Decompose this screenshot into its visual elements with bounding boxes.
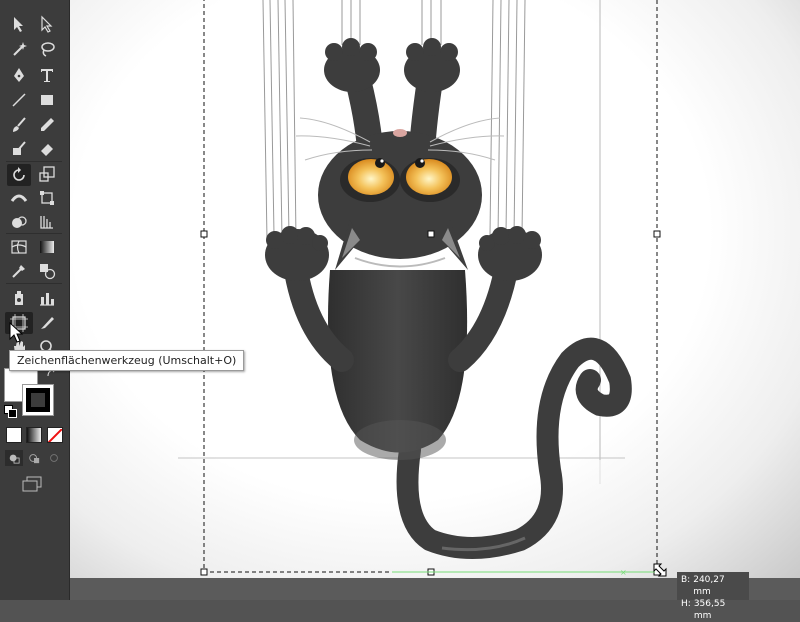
scale-icon bbox=[39, 166, 55, 182]
tools-panel bbox=[0, 0, 70, 600]
default-colors-icon[interactable] bbox=[4, 405, 17, 418]
magic-wand-icon bbox=[13, 42, 27, 56]
magic-wand-tool[interactable] bbox=[8, 39, 30, 59]
scale-tool[interactable] bbox=[36, 164, 58, 184]
toolbar-divider bbox=[6, 283, 62, 284]
pencil-icon bbox=[41, 118, 54, 131]
resize-handle[interactable] bbox=[200, 568, 208, 576]
blend-icon bbox=[40, 264, 56, 280]
screen-mode-button[interactable] bbox=[21, 476, 43, 492]
draw-normal-button[interactable] bbox=[5, 450, 23, 466]
eyedropper-tool[interactable] bbox=[8, 261, 30, 281]
gradient-mode-button[interactable] bbox=[26, 427, 42, 443]
draw-inside-button[interactable] bbox=[45, 450, 63, 466]
width-value: 240,27 mm bbox=[693, 575, 725, 597]
slice-tool[interactable] bbox=[36, 313, 58, 333]
type-icon bbox=[41, 69, 53, 82]
blob-brush-tool[interactable] bbox=[8, 139, 30, 159]
resize-handle[interactable] bbox=[653, 230, 661, 238]
draw-behind-button[interactable] bbox=[25, 450, 43, 466]
document-canvas[interactable]: × bbox=[70, 0, 800, 578]
pen-icon bbox=[14, 68, 24, 82]
type-tool[interactable] bbox=[36, 65, 58, 85]
stroke-swatch[interactable] bbox=[22, 384, 54, 416]
arrow-icon bbox=[14, 17, 23, 32]
eraser-tool[interactable] bbox=[36, 139, 58, 159]
rotate-icon bbox=[13, 167, 25, 181]
column-graph-icon bbox=[40, 293, 54, 306]
rotate-tool[interactable] bbox=[7, 164, 31, 186]
brush-icon bbox=[13, 117, 26, 132]
center-handle[interactable] bbox=[427, 230, 435, 238]
direct-selection-tool[interactable] bbox=[36, 14, 58, 34]
symbol-sprayer-icon bbox=[15, 291, 23, 305]
width-tool[interactable] bbox=[8, 188, 30, 208]
paintbrush-tool[interactable] bbox=[8, 115, 30, 135]
blob-brush-icon bbox=[13, 141, 26, 155]
pencil-tool[interactable] bbox=[36, 115, 58, 135]
line-icon bbox=[12, 93, 26, 107]
shape-builder-icon bbox=[12, 216, 27, 228]
color-mode-button[interactable] bbox=[6, 427, 22, 443]
selection-tool[interactable] bbox=[8, 14, 30, 34]
resize-handle[interactable] bbox=[200, 230, 208, 238]
dimension-readout: B: 240,27 mm H: 356,55 mm bbox=[677, 572, 749, 621]
none-mode-button[interactable] bbox=[47, 427, 63, 443]
rectangle-icon bbox=[41, 95, 53, 105]
symbol-sprayer-tool[interactable] bbox=[8, 288, 30, 308]
mouse-pointer-icon bbox=[9, 322, 24, 343]
width-label: B: bbox=[681, 575, 691, 585]
gradient-tool[interactable] bbox=[36, 237, 58, 257]
gradient-icon bbox=[40, 241, 54, 253]
mesh-icon bbox=[11, 240, 27, 254]
artwork: × bbox=[178, 0, 667, 577]
lasso-tool[interactable] bbox=[36, 39, 58, 59]
free-transform-icon bbox=[40, 191, 54, 205]
eyedropper-icon bbox=[12, 265, 25, 278]
mesh-tool[interactable] bbox=[8, 237, 30, 257]
lasso-icon bbox=[41, 42, 55, 57]
slice-icon bbox=[41, 317, 54, 329]
line-tool[interactable] bbox=[8, 90, 30, 110]
toolbar-divider bbox=[6, 161, 62, 162]
perspective-grid-icon bbox=[40, 216, 53, 229]
toolbar-divider bbox=[6, 233, 62, 234]
perspective-grid-tool[interactable] bbox=[36, 212, 58, 232]
smart-guide-marker: × bbox=[620, 568, 627, 577]
black-cat-illustration bbox=[265, 38, 632, 559]
blend-tool[interactable] bbox=[36, 261, 58, 281]
height-value: 356,55 mm bbox=[693, 599, 726, 621]
eraser-icon bbox=[41, 144, 53, 156]
column-graph-tool[interactable] bbox=[36, 288, 58, 308]
tool-tooltip: Zeichenflächenwerkzeug (Umschalt+O) bbox=[9, 350, 245, 371]
free-transform-tool[interactable] bbox=[36, 188, 58, 208]
width-icon bbox=[10, 194, 28, 202]
shape-builder-tool[interactable] bbox=[8, 212, 30, 232]
rectangle-tool[interactable] bbox=[36, 90, 58, 110]
height-label: H: bbox=[681, 599, 691, 609]
white-arrow-icon bbox=[41, 15, 53, 33]
pen-tool[interactable] bbox=[8, 65, 30, 85]
